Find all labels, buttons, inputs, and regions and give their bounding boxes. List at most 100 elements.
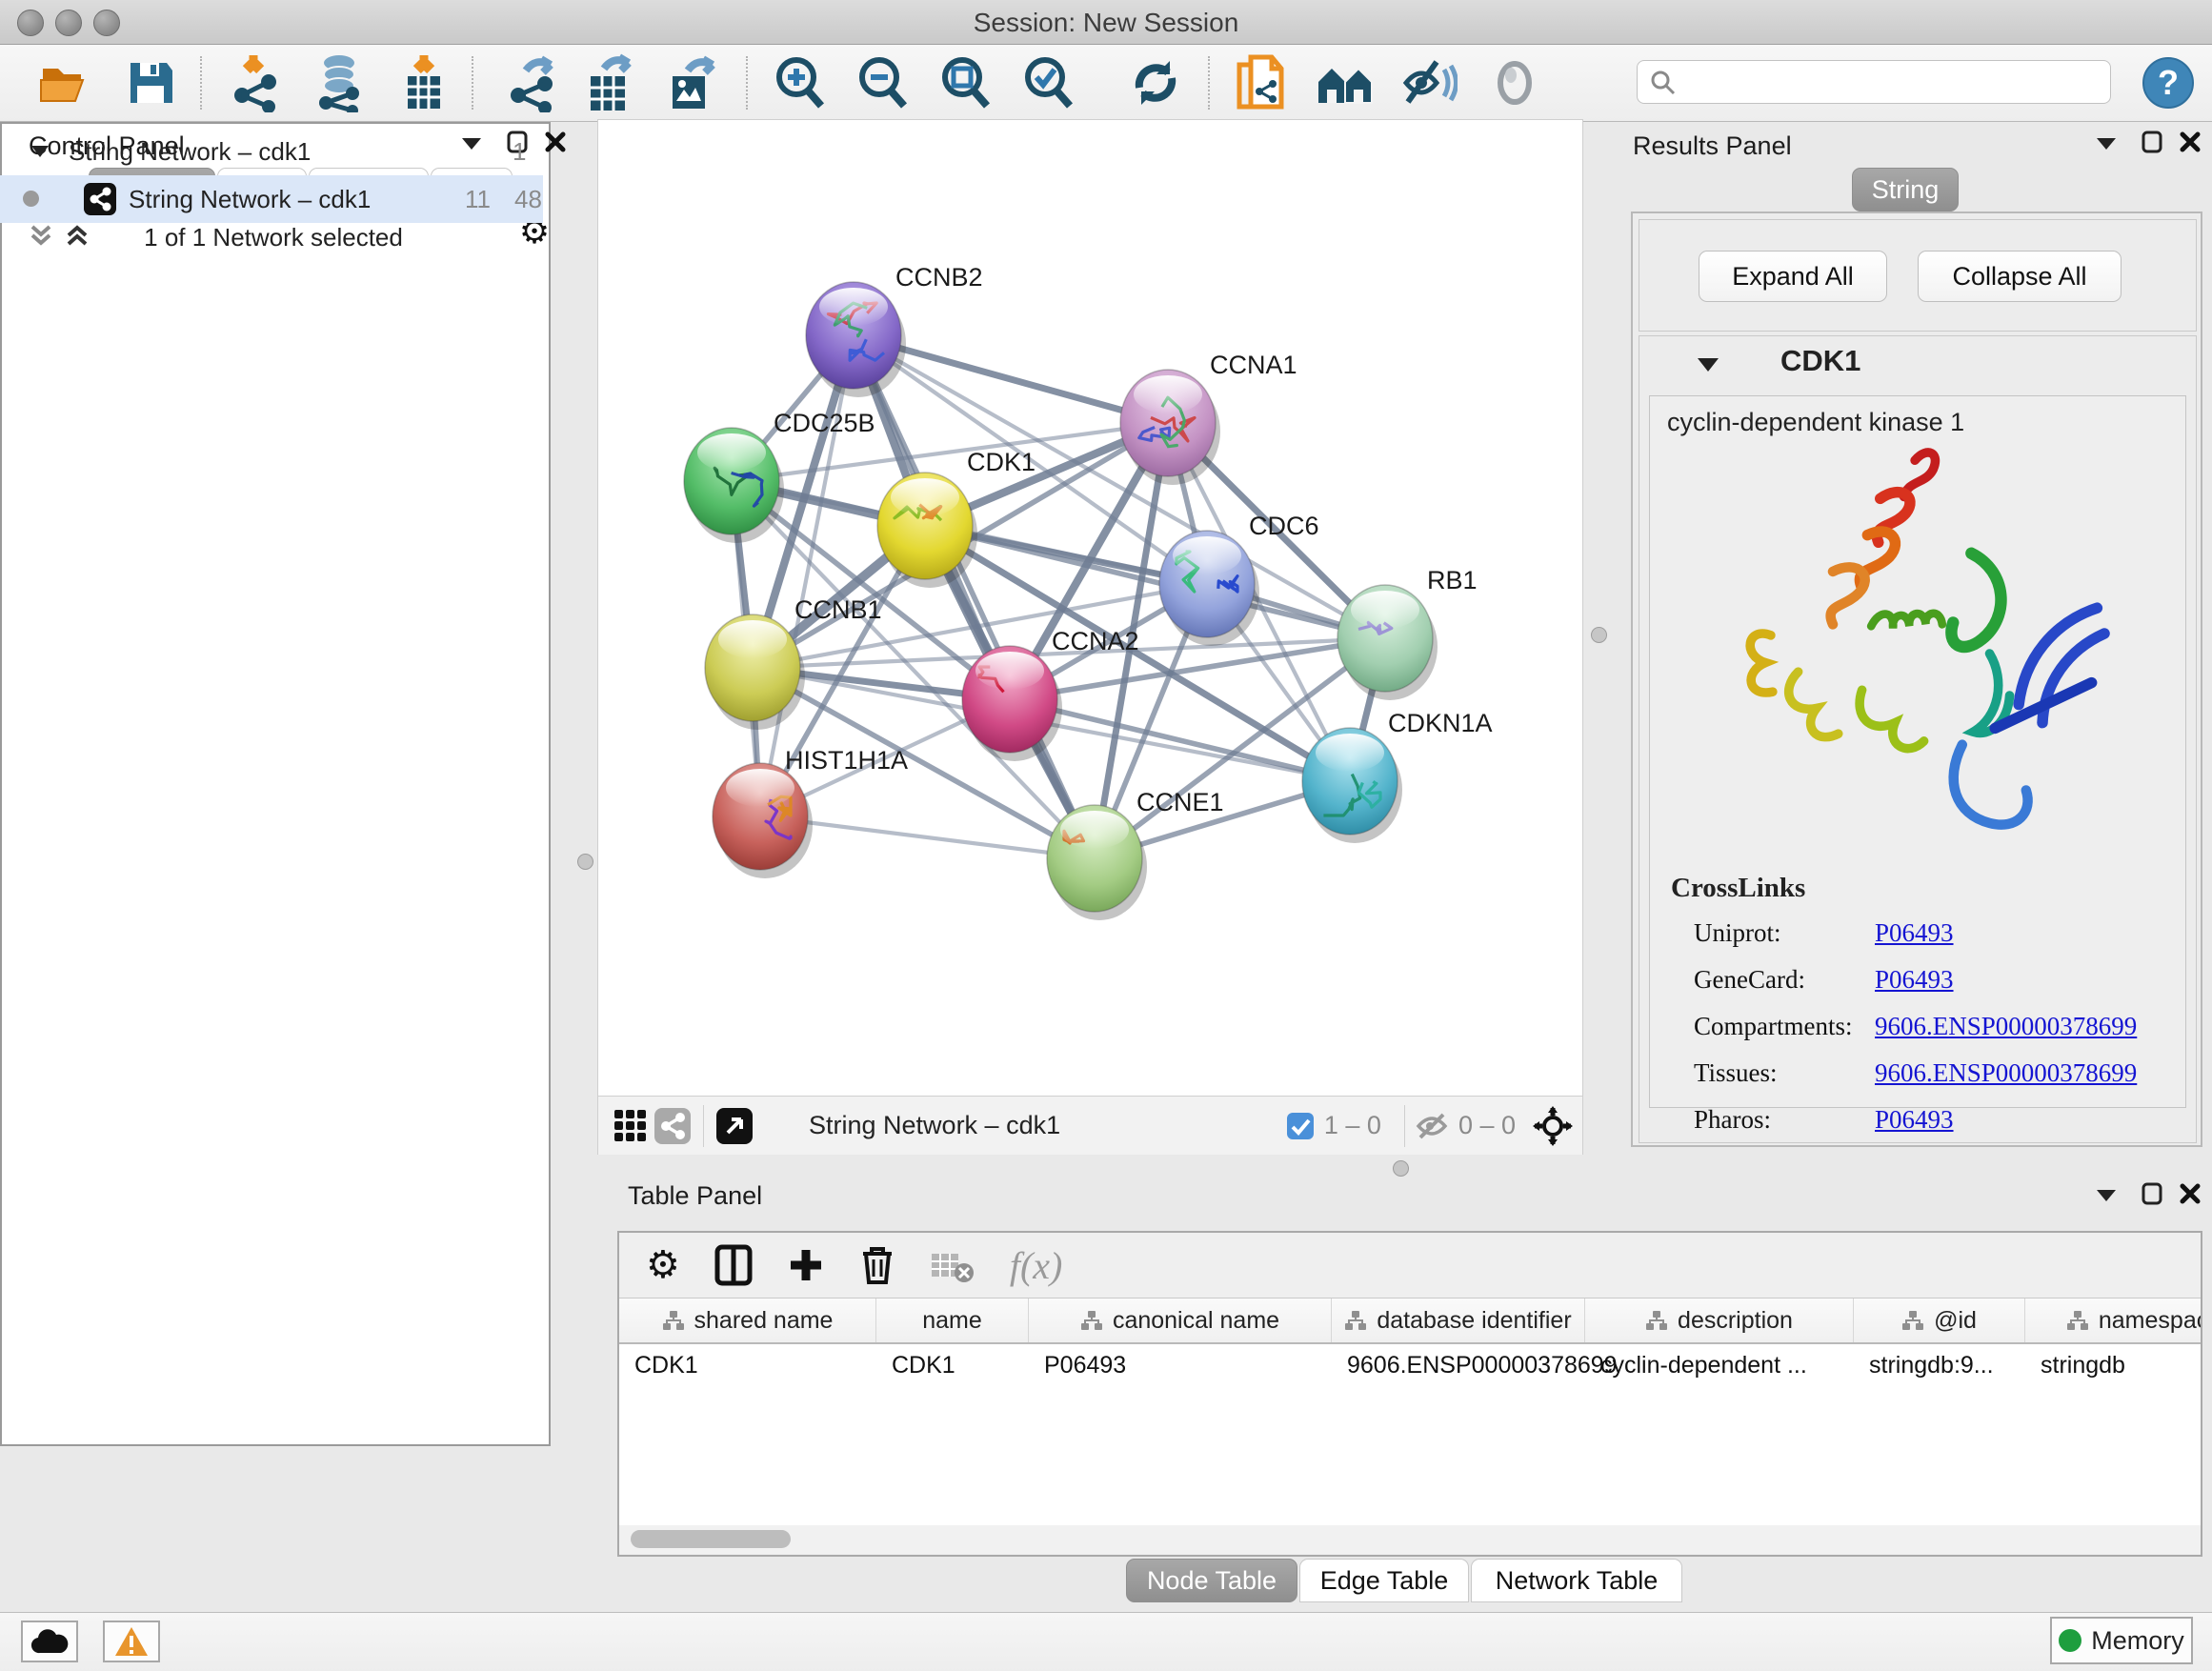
crosslink-link[interactable]: 9606.ENSP00000378699 bbox=[1875, 1012, 2137, 1041]
tab-string[interactable]: String bbox=[1852, 168, 1959, 211]
network-node[interactable] bbox=[684, 428, 784, 543]
section-expander-icon[interactable] bbox=[1697, 357, 1719, 372]
float-panel-icon[interactable] bbox=[2138, 128, 2166, 156]
close-panel-icon[interactable] bbox=[541, 128, 570, 156]
network-view-toolbar: String Network – cdk1 1 – 0 0 – 0 bbox=[598, 1096, 1582, 1155]
table-cell[interactable]: CDK1 bbox=[876, 1344, 1029, 1386]
pan-crosshair-icon[interactable] bbox=[1533, 1106, 1573, 1146]
copy-document-button[interactable] bbox=[1231, 52, 1292, 113]
network-node[interactable] bbox=[1159, 531, 1259, 646]
column-header[interactable]: @id bbox=[1854, 1299, 2025, 1342]
tab-network-table[interactable]: Network Table bbox=[1471, 1559, 1682, 1602]
delete-table-icon[interactable] bbox=[930, 1246, 975, 1284]
horizontal-scrollbar[interactable] bbox=[619, 1525, 2201, 1554]
table-cell[interactable]: 9606.ENSP00000378699 bbox=[1332, 1344, 1585, 1386]
hidden-eye-slash-icon[interactable] bbox=[1415, 1112, 1449, 1140]
network-view-canvas[interactable]: CCNB2CCNA1CDC25BCDK1CDC6RB1CCNB1CCNA2CDK… bbox=[597, 119, 1583, 1155]
table-settings-gear-icon[interactable]: ⚙ bbox=[646, 1243, 680, 1287]
export-image-button[interactable] bbox=[661, 52, 722, 113]
network-type-button[interactable] bbox=[652, 1105, 694, 1147]
home-button[interactable] bbox=[1316, 52, 1377, 113]
hide-selected-button[interactable] bbox=[1398, 52, 1458, 113]
column-header[interactable]: canonical name bbox=[1029, 1299, 1332, 1342]
network-node[interactable] bbox=[713, 763, 813, 878]
table-cell[interactable]: cyclin-dependent ... bbox=[1585, 1344, 1854, 1386]
show-columns-icon[interactable] bbox=[714, 1244, 753, 1286]
network-node[interactable] bbox=[806, 282, 906, 397]
tree-expander-icon[interactable] bbox=[30, 145, 50, 158]
left-splitter-grip[interactable] bbox=[577, 854, 593, 870]
crosslink-link[interactable]: P06493 bbox=[1875, 1105, 1954, 1135]
cloud-status-button[interactable] bbox=[21, 1621, 78, 1662]
network-node[interactable] bbox=[1120, 370, 1220, 485]
fit-content-button[interactable] bbox=[935, 52, 996, 113]
import-network-file-button[interactable] bbox=[227, 52, 288, 113]
network-node[interactable] bbox=[1047, 805, 1147, 920]
table-cell[interactable]: stringdb bbox=[2025, 1344, 2202, 1386]
add-column-icon[interactable] bbox=[787, 1246, 825, 1284]
table-cell[interactable]: P06493 bbox=[1029, 1344, 1332, 1386]
column-header[interactable]: name bbox=[876, 1299, 1029, 1342]
crosslink-link[interactable]: P06493 bbox=[1875, 918, 1954, 948]
search-box[interactable] bbox=[1637, 60, 2111, 104]
table-cell[interactable]: stringdb:9... bbox=[1854, 1344, 2025, 1386]
save-session-button[interactable] bbox=[120, 52, 181, 113]
node-label: CCNE1 bbox=[1136, 788, 1224, 816]
delete-column-icon[interactable] bbox=[859, 1244, 895, 1286]
fit-selected-button[interactable] bbox=[1018, 52, 1079, 113]
fit-selected-icon bbox=[1020, 54, 1077, 111]
column-type-icon bbox=[1645, 1310, 1668, 1331]
toolbar-separator bbox=[1404, 1105, 1405, 1147]
selected-checkbox-icon[interactable] bbox=[1286, 1112, 1315, 1140]
help-button[interactable]: ? bbox=[2138, 52, 2199, 113]
birds-eye-view-button[interactable] bbox=[610, 1105, 652, 1147]
scrollbar-thumb[interactable] bbox=[631, 1530, 791, 1548]
cloud-icon bbox=[30, 1628, 69, 1655]
network-node[interactable] bbox=[1302, 728, 1402, 843]
network-row-selected[interactable]: String Network – cdk1 11 48 bbox=[0, 175, 543, 223]
function-builder-icon[interactable]: f(x) bbox=[1010, 1243, 1063, 1288]
table-cell[interactable]: CDK1 bbox=[619, 1344, 876, 1386]
export-table-button[interactable] bbox=[579, 52, 640, 113]
warnings-button[interactable] bbox=[103, 1621, 160, 1662]
crosslinks-header: CrossLinks bbox=[1671, 873, 1805, 904]
string-network-graph[interactable]: CCNB2CCNA1CDC25BCDK1CDC6RB1CCNB1CCNA2CDK… bbox=[598, 120, 1582, 1096]
tab-node-table[interactable]: Node Table bbox=[1126, 1559, 1297, 1602]
expand-all-button[interactable]: Expand All bbox=[1699, 251, 1887, 302]
crosslink-link[interactable]: P06493 bbox=[1875, 965, 1954, 995]
collapse-panel-icon[interactable] bbox=[2092, 1181, 2121, 1210]
crosslink-label: Tissues: bbox=[1694, 1058, 1875, 1088]
zoom-in-button[interactable] bbox=[770, 52, 831, 113]
show-all-button[interactable] bbox=[1484, 52, 1545, 113]
crosslink-link[interactable]: 9606.ENSP00000378699 bbox=[1875, 1058, 2137, 1088]
column-header[interactable]: shared name bbox=[619, 1299, 876, 1342]
export-network-button[interactable] bbox=[503, 52, 564, 113]
gene-detail-box: cyclin-dependent kinase 1 bbox=[1649, 395, 2186, 1108]
memory-button[interactable]: Memory bbox=[2050, 1617, 2193, 1664]
collapse-all-button[interactable]: Collapse All bbox=[1918, 251, 2122, 302]
zoom-out-button[interactable] bbox=[853, 52, 914, 113]
right-splitter-grip[interactable] bbox=[1591, 627, 1607, 643]
column-header[interactable]: namespace bbox=[2025, 1299, 2202, 1342]
close-panel-icon[interactable] bbox=[2176, 128, 2204, 156]
collapse-panel-icon[interactable] bbox=[2092, 130, 2121, 158]
network-node[interactable] bbox=[1337, 585, 1438, 700]
float-panel-icon[interactable] bbox=[2138, 1179, 2166, 1208]
memory-status-dot bbox=[2059, 1629, 2081, 1652]
refresh-button[interactable] bbox=[1125, 52, 1186, 113]
bottom-splitter-grip[interactable] bbox=[1393, 1160, 1409, 1177]
column-header[interactable]: description bbox=[1585, 1299, 1854, 1342]
import-network-database-button[interactable] bbox=[310, 52, 371, 113]
network-edge[interactable] bbox=[760, 335, 854, 816]
network-node[interactable] bbox=[877, 473, 977, 588]
import-table-file-button[interactable] bbox=[393, 52, 454, 113]
close-panel-icon[interactable] bbox=[2176, 1179, 2204, 1208]
network-node[interactable] bbox=[962, 646, 1062, 761]
network-collection-row[interactable]: String Network – cdk1 1 bbox=[0, 128, 543, 175]
tab-edge-table[interactable]: Edge Table bbox=[1299, 1559, 1469, 1602]
column-header[interactable]: database identifier bbox=[1332, 1299, 1585, 1342]
open-session-button[interactable] bbox=[34, 52, 95, 113]
table-row[interactable]: CDK1CDK1P064939606.ENSP00000378699cyclin… bbox=[619, 1344, 2201, 1386]
search-input[interactable] bbox=[1676, 67, 2080, 98]
open-in-new-window-button[interactable] bbox=[714, 1105, 755, 1147]
